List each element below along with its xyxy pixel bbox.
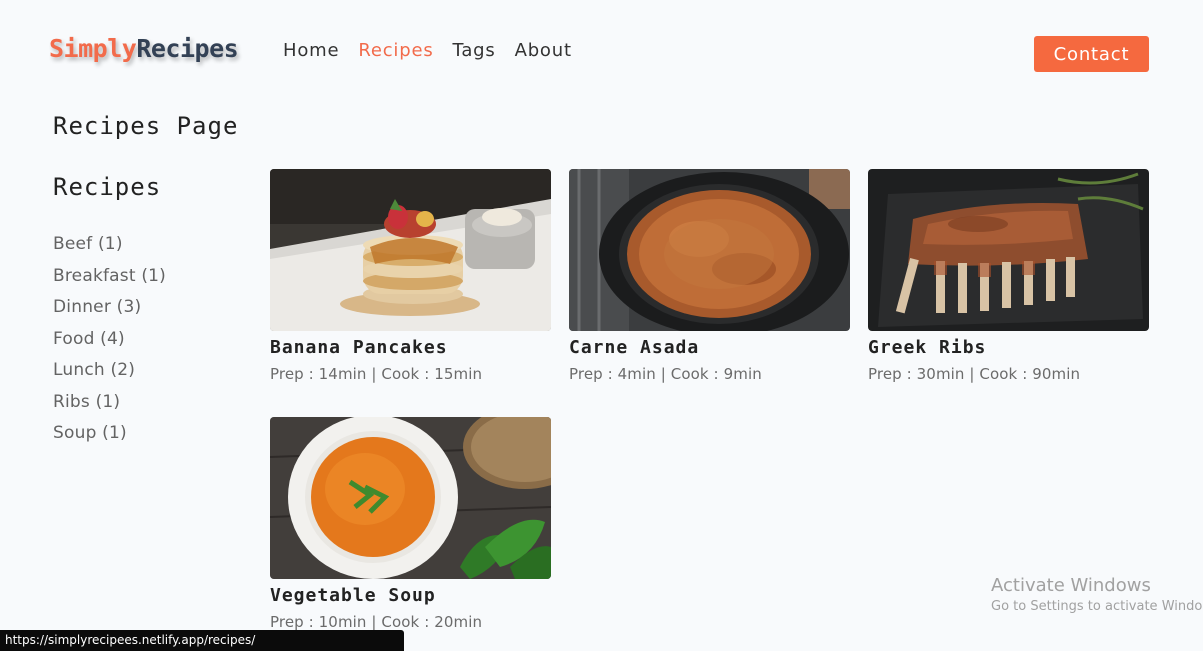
recipe-card-banana-pancakes[interactable]: Banana Pancakes Prep : 14min | Cook : 15… — [270, 169, 551, 383]
banana-pancakes-image — [270, 169, 551, 331]
watermark-subtitle: Go to Settings to activate Windows. — [991, 599, 1203, 614]
recipe-card-title: Banana Pancakes — [270, 337, 448, 358]
nav-link-about[interactable]: About — [515, 40, 572, 61]
recipe-card-title: Vegetable Soup — [270, 585, 436, 606]
nav-link-tags[interactable]: Tags — [453, 40, 496, 61]
main-nav: Home Recipes Tags About — [283, 40, 591, 61]
vegetable-soup-image — [270, 417, 551, 579]
tag-link-dinner[interactable]: Dinner (3) — [53, 297, 166, 329]
sidebar-title: Recipes — [53, 173, 162, 201]
recipe-card-title: Carne Asada — [569, 337, 700, 358]
greek-ribs-image — [868, 169, 1149, 331]
recipe-card-vegetable-soup[interactable]: Vegetable Soup Prep : 10min | Cook : 20m… — [270, 417, 551, 631]
windows-activation-watermark: Activate Windows Go to Settings to activ… — [991, 575, 1203, 614]
logo-text-simply: Simply — [49, 34, 137, 63]
carne-asada-image — [569, 169, 850, 331]
logo-text-recipes: Recipes — [136, 34, 239, 63]
tag-link-breakfast[interactable]: Breakfast (1) — [53, 266, 166, 298]
tag-link-ribs[interactable]: Ribs (1) — [53, 392, 166, 424]
contact-button[interactable]: Contact — [1034, 36, 1149, 72]
page-title: Recipes Page — [53, 112, 239, 140]
recipe-card-meta: Prep : 10min | Cook : 20min — [270, 613, 483, 631]
recipe-card-meta: Prep : 4min | Cook : 9min — [569, 365, 762, 383]
recipe-card-greek-ribs[interactable]: Greek Ribs Prep : 30min | Cook : 90min — [868, 169, 1149, 383]
nav-link-home[interactable]: Home — [283, 40, 339, 61]
tag-link-lunch[interactable]: Lunch (2) — [53, 360, 166, 392]
recipe-card-carne-asada[interactable]: Carne Asada Prep : 4min | Cook : 9min — [569, 169, 850, 383]
nav-link-recipes[interactable]: Recipes — [358, 40, 433, 61]
recipe-card-meta: Prep : 14min | Cook : 15min — [270, 365, 483, 383]
tag-link-food[interactable]: Food (4) — [53, 329, 166, 361]
tag-list: Beef (1) Breakfast (1) Dinner (3) Food (… — [53, 234, 166, 455]
tag-link-soup[interactable]: Soup (1) — [53, 423, 166, 455]
recipe-card-title: Greek Ribs — [868, 337, 987, 358]
site-logo[interactable]: SimplyRecipes — [49, 34, 239, 63]
tag-link-beef[interactable]: Beef (1) — [53, 234, 166, 266]
watermark-title: Activate Windows — [991, 575, 1151, 596]
browser-status-bar: https://simplyrecipees.netlify.app/recip… — [0, 630, 404, 651]
recipe-card-meta: Prep : 30min | Cook : 90min — [868, 365, 1081, 383]
